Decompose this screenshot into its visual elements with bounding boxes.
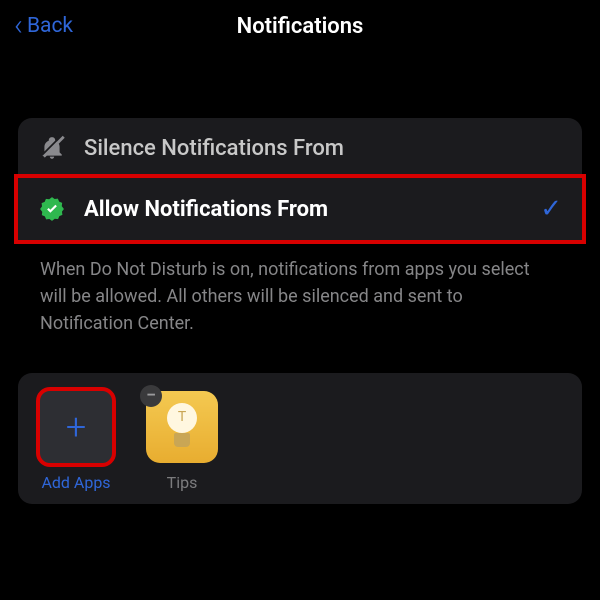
- app-label-tips: Tips: [167, 473, 198, 492]
- app-item-tips: − T Tips: [142, 391, 222, 492]
- allow-label: Allow Notifications From: [84, 197, 522, 222]
- notification-mode-card: Silence Notifications From Allow Notific…: [18, 118, 582, 244]
- page-title: Notifications: [237, 14, 364, 39]
- navigation-header: ‹ Back Notifications: [0, 0, 600, 52]
- apps-card: + Add Apps − T Tips: [18, 373, 582, 504]
- silence-option[interactable]: Silence Notifications From: [18, 118, 582, 178]
- silence-label: Silence Notifications From: [84, 136, 562, 161]
- remove-app-button[interactable]: −: [140, 385, 162, 407]
- verified-badge-icon: [38, 195, 66, 223]
- option-description: When Do Not Disturb is on, notifications…: [18, 240, 582, 347]
- add-apps-button[interactable]: +: [36, 387, 116, 467]
- content-area: Silence Notifications From Allow Notific…: [0, 118, 600, 504]
- lightbulb-icon: T: [165, 403, 199, 451]
- add-apps-label: Add Apps: [41, 473, 110, 492]
- chevron-left-icon: ‹: [14, 11, 23, 41]
- add-apps-cell: + Add Apps: [36, 391, 116, 492]
- minus-icon: −: [146, 387, 156, 405]
- allow-option[interactable]: Allow Notifications From ✓: [14, 174, 586, 244]
- back-label: Back: [27, 14, 73, 38]
- checkmark-icon: ✓: [540, 194, 562, 224]
- plus-icon: +: [66, 406, 86, 448]
- app-tile-tips[interactable]: − T: [146, 391, 218, 463]
- bell-slash-icon: [38, 134, 66, 162]
- back-button[interactable]: ‹ Back: [14, 11, 73, 41]
